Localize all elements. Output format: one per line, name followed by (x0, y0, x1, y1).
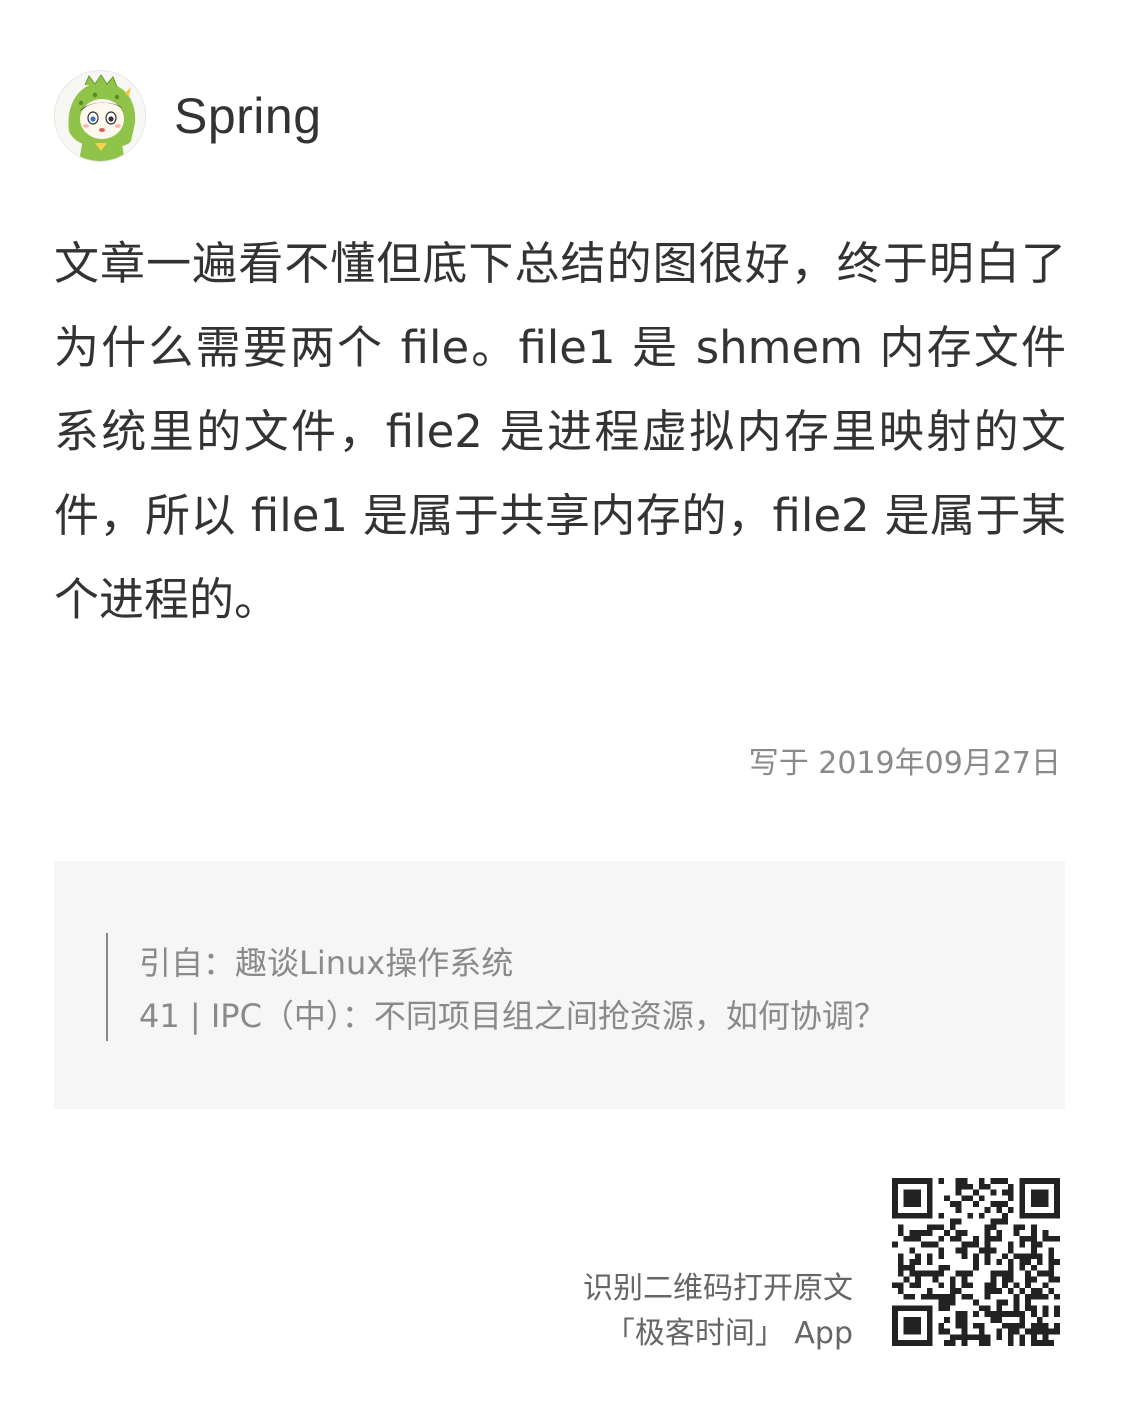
quote-article-title: 41 | IPC（中）：不同项目组之间抢资源，如何协调？ (139, 997, 886, 1035)
comment-text: 文章一遍看不懂但底下总结的图很好，终于明白了为什么需要两个 file。file1… (54, 237, 1066, 626)
footer-app-name: 「极客时间」 App (604, 1316, 853, 1351)
author-header: Spring (54, 70, 322, 162)
quote-card[interactable]: 引自：趣谈Linux操作系统 41 | IPC（中）：不同项目组之间抢资源，如何… (54, 861, 1065, 1109)
cartoon-dinosaur-avatar-icon (55, 71, 145, 161)
quote-text: 引自：趣谈Linux操作系统 41 | IPC（中）：不同项目组之间抢资源，如何… (139, 937, 886, 1043)
avatar[interactable] (54, 70, 146, 162)
quote-source: 引自：趣谈Linux操作系统 (139, 944, 514, 982)
footer-caption: 识别二维码打开原文 「极客时间」 App (583, 1266, 853, 1356)
quote-bar (106, 933, 108, 1041)
post-date: 写于 2019年09月27日 (748, 746, 1061, 781)
username[interactable]: Spring (174, 87, 322, 145)
footer-scan-hint: 识别二维码打开原文 (583, 1271, 853, 1306)
qr-code-icon[interactable] (892, 1178, 1060, 1346)
